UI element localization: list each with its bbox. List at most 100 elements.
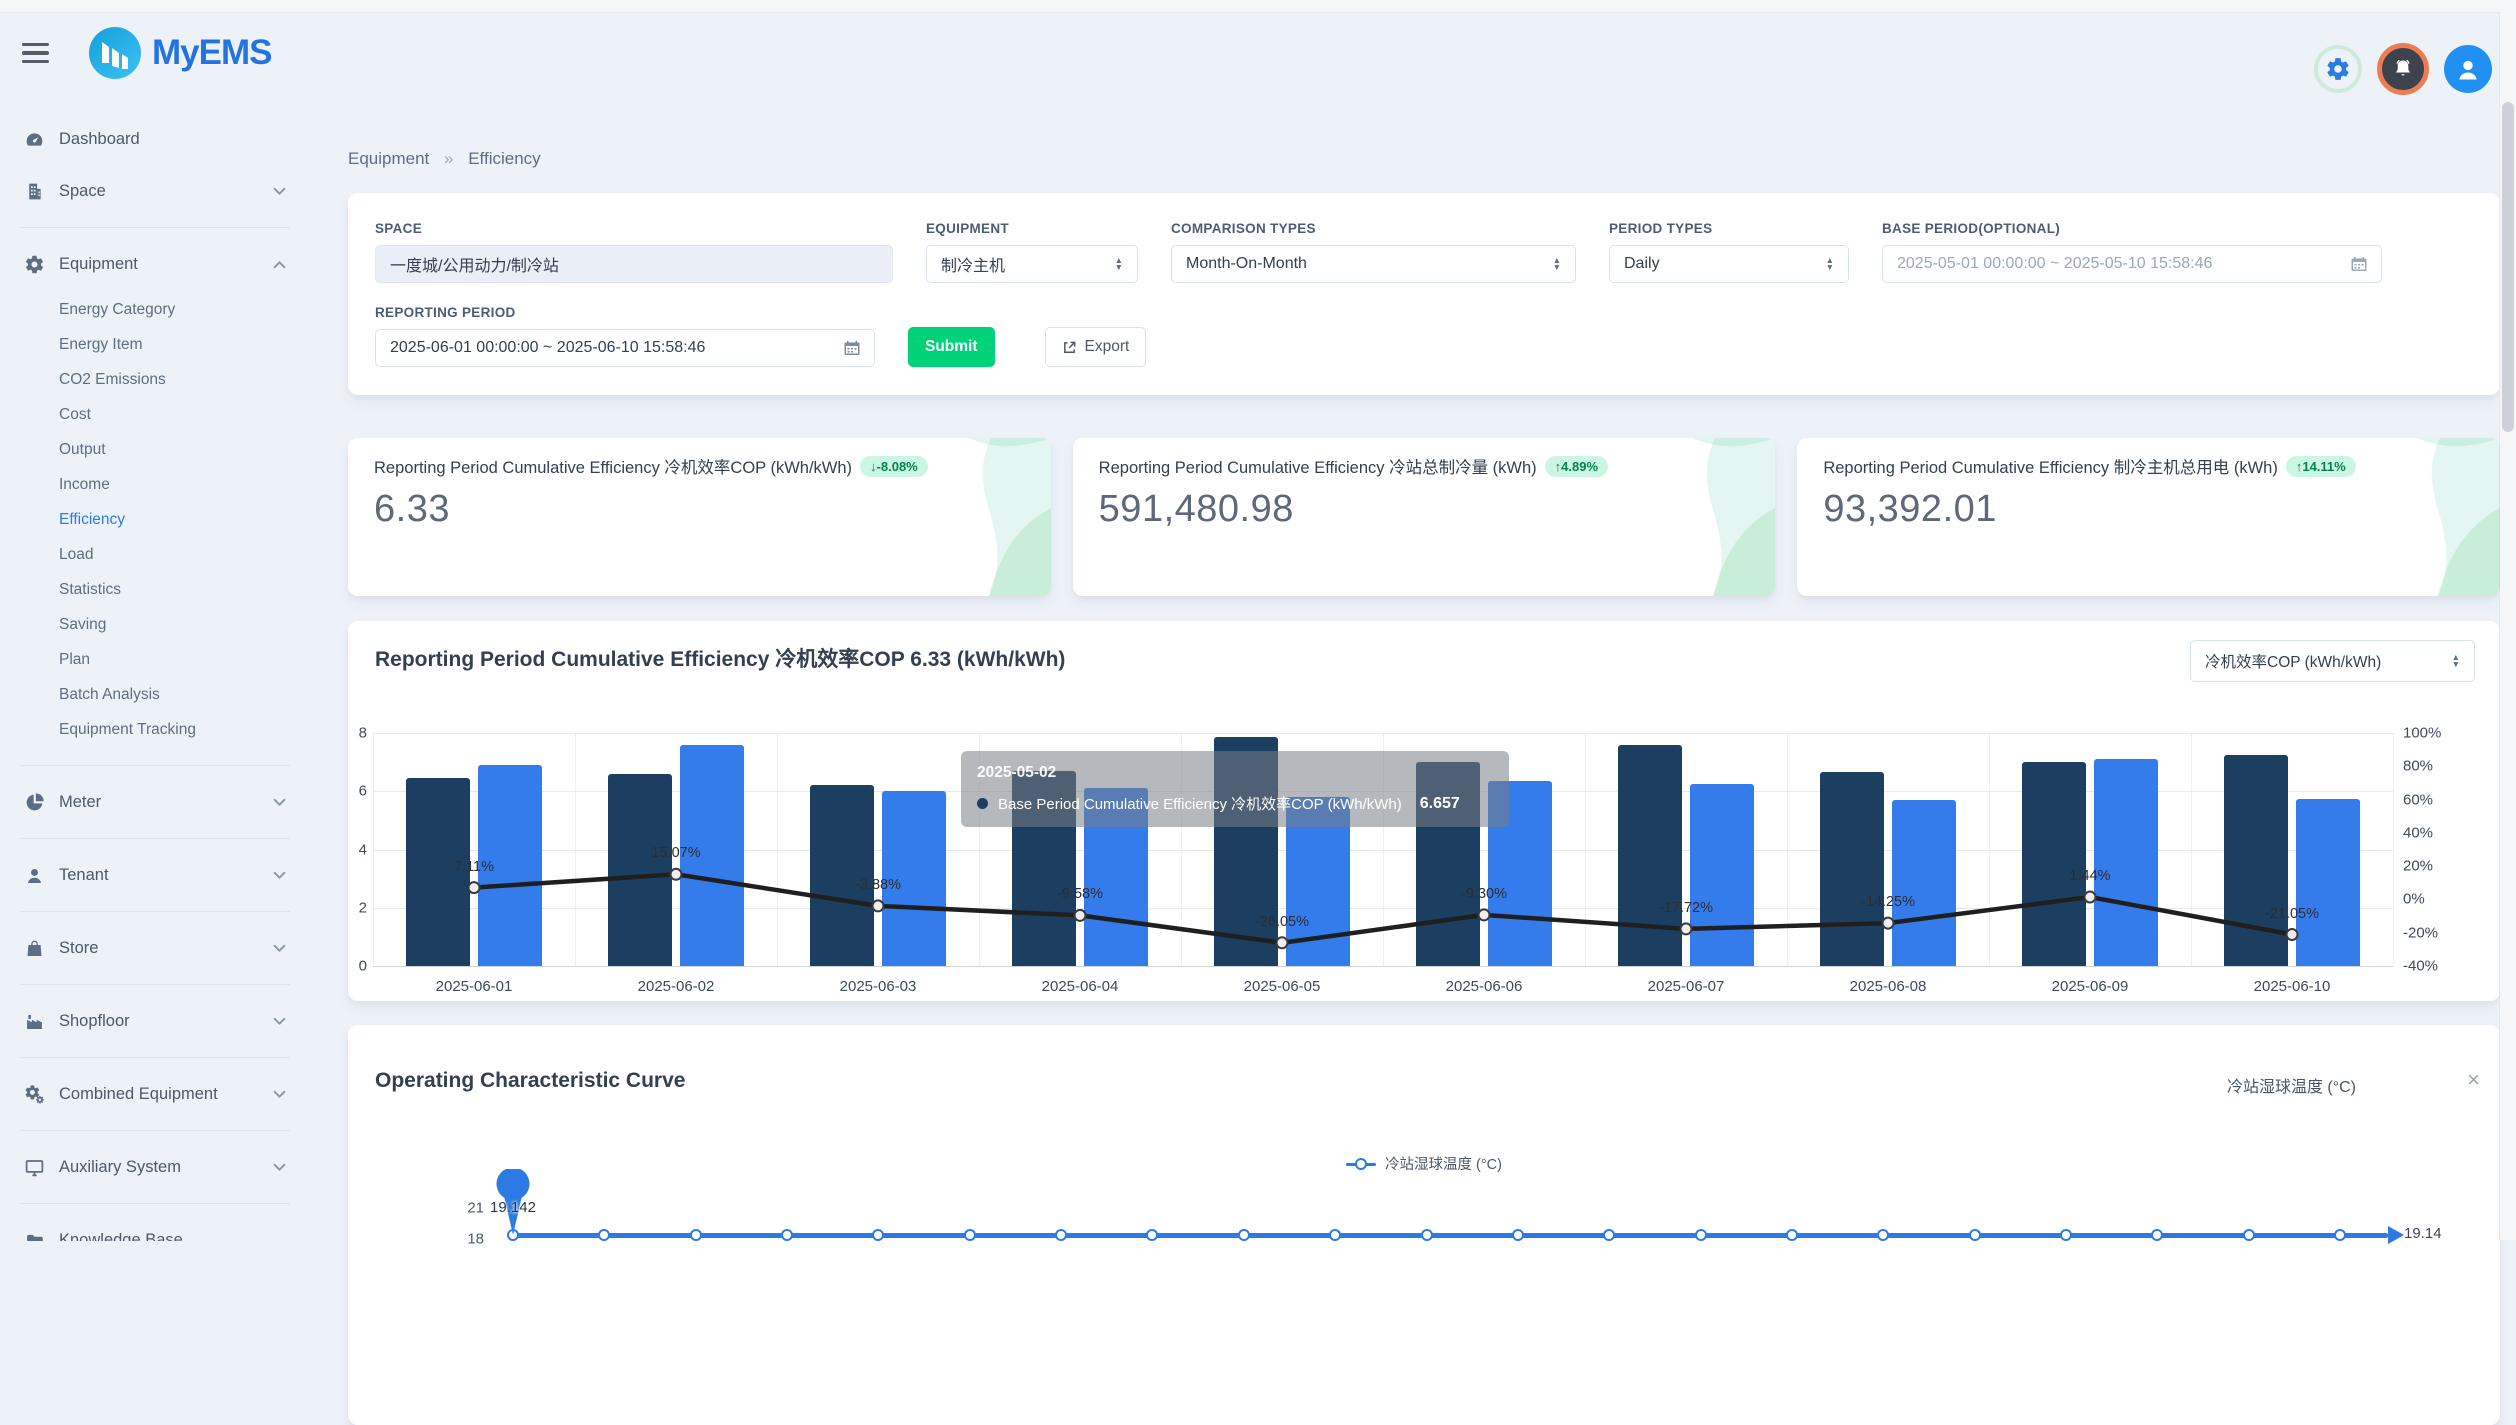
- base-period-input[interactable]: 2025-05-01 00:00:00 ~ 2025-05-10 15:58:4…: [1882, 245, 2382, 283]
- card-title: Reporting Period Cumulative Efficiency 制…: [1823, 459, 2278, 477]
- y-axis-tick-right: 0%: [2403, 891, 2425, 908]
- chevron-down-icon: [273, 871, 286, 880]
- folder-icon: [24, 1229, 46, 1241]
- menu-toggle-button[interactable]: [20, 39, 51, 67]
- sidebar-item-energy-category[interactable]: Energy Category: [0, 292, 310, 327]
- comparison-types-select[interactable]: Month-On-Month ▲▼: [1171, 245, 1576, 283]
- gears-icon: [24, 1083, 46, 1105]
- curve-point[interactable]: [872, 1229, 884, 1241]
- curve-point[interactable]: [964, 1229, 976, 1241]
- sidebar-item-batch-analysis[interactable]: Batch Analysis: [0, 677, 310, 712]
- change-rate-label: -14.25%: [1861, 894, 1915, 910]
- sidebar-item-dashboard[interactable]: Dashboard: [0, 113, 310, 165]
- curve-point[interactable]: [2060, 1229, 2072, 1241]
- comparison-types-label: COMPARISON TYPES: [1171, 221, 1576, 236]
- change-rate-label: 7.11%: [454, 859, 494, 875]
- main-content: Equipment » Efficiency SPACE 一度城/公用动力/制冷…: [310, 13, 2516, 1241]
- curve-point[interactable]: [2334, 1229, 2346, 1241]
- curve-point[interactable]: [1329, 1229, 1341, 1241]
- sidebar-item-knowledge-base[interactable]: Knowledge Base: [0, 1214, 310, 1241]
- space-input[interactable]: 一度城/公用动力/制冷站: [375, 245, 893, 283]
- curve-point[interactable]: [1786, 1229, 1798, 1241]
- factory-icon: [24, 1010, 46, 1032]
- x-axis-label: 2025-06-06: [1446, 978, 1523, 995]
- sidebar-item-equipment-tracking[interactable]: Equipment Tracking: [0, 712, 310, 747]
- sidebar-item-tenant[interactable]: Tenant: [0, 849, 310, 901]
- export-button[interactable]: Export: [1045, 327, 1147, 367]
- breadcrumb-equipment[interactable]: Equipment: [348, 149, 429, 168]
- page-scrollbar[interactable]: [2499, 12, 2516, 1240]
- y-axis-tick-right: 80%: [2403, 758, 2433, 775]
- sidebar-item-saving[interactable]: Saving: [0, 607, 310, 642]
- summary-card: Reporting Period Cumulative Efficiency 冷…: [1073, 438, 1776, 596]
- comparison-types-field: COMPARISON TYPES Month-On-Month ▲▼: [1171, 221, 1576, 283]
- settings-button[interactable]: [2314, 45, 2362, 93]
- sidebar-item-combined-equipment[interactable]: Combined Equipment: [0, 1068, 310, 1120]
- change-badge: ↑4.89%: [1545, 456, 1608, 477]
- curve-point[interactable]: [1695, 1229, 1707, 1241]
- curve-point[interactable]: [1055, 1229, 1067, 1241]
- close-icon[interactable]: ×: [2467, 1069, 2480, 1091]
- select-arrows-icon: ▲▼: [1539, 257, 1561, 271]
- y-axis-tick-right: -20%: [2403, 924, 2438, 941]
- sidebar-item-equipment[interactable]: Equipment: [0, 238, 310, 290]
- card-value: 6.33: [374, 488, 1025, 531]
- curve-point[interactable]: [1146, 1229, 1158, 1241]
- calendar-icon: [2339, 256, 2367, 272]
- reporting-period-input[interactable]: 2025-06-01 00:00:00 ~ 2025-06-10 15:58:4…: [375, 329, 875, 367]
- curve-point[interactable]: [1421, 1229, 1433, 1241]
- y-axis-tick-right: 100%: [2403, 725, 2441, 742]
- sidebar-item-energy-item[interactable]: Energy Item: [0, 327, 310, 362]
- period-types-select[interactable]: Daily ▲▼: [1609, 245, 1849, 283]
- brand-logo[interactable]: MyEMS: [89, 27, 271, 79]
- select-arrows-icon: ▲▼: [2438, 654, 2460, 668]
- sidebar-item-income[interactable]: Income: [0, 467, 310, 502]
- sidebar-item-load[interactable]: Load: [0, 537, 310, 572]
- sidebar-item-statistics[interactable]: Statistics: [0, 572, 310, 607]
- curve-end-label: 19.14: [2404, 1225, 2442, 1242]
- x-axis-label: 2025-06-02: [638, 978, 715, 995]
- curve-point[interactable]: [1969, 1229, 1981, 1241]
- notifications-button[interactable]: [2377, 43, 2429, 95]
- sidebar-item-shopfloor[interactable]: Shopfloor: [0, 995, 310, 1047]
- summary-card: Reporting Period Cumulative Efficiency 冷…: [348, 438, 1051, 596]
- sidebar-item-auxiliary-system[interactable]: Auxiliary System: [0, 1141, 310, 1193]
- submit-button[interactable]: Submit: [908, 327, 995, 367]
- period-types-field: PERIOD TYPES Daily ▲▼: [1609, 221, 1849, 283]
- bag-icon: [24, 937, 46, 959]
- curve-point[interactable]: [2243, 1229, 2255, 1241]
- sidebar-divider: [20, 1203, 290, 1204]
- sidebar-submenu: Energy CategoryEnergy ItemCO2 EmissionsC…: [0, 290, 310, 755]
- chart-parameter-select[interactable]: 冷机效率COP (kWh/kWh) ▲▼: [2190, 640, 2475, 682]
- curve-point[interactable]: [781, 1229, 793, 1241]
- curve-point[interactable]: [1603, 1229, 1615, 1241]
- sidebar-item-cost[interactable]: Cost: [0, 397, 310, 432]
- sidebar-item-store[interactable]: Store: [0, 922, 310, 974]
- curve-legend[interactable]: 冷站湿球温度 (°C): [348, 1153, 2500, 1174]
- user-avatar[interactable]: [2444, 45, 2492, 93]
- chevron-down-icon: [273, 1017, 286, 1026]
- change-badge: ↑14.11%: [2286, 456, 2356, 477]
- equipment-select[interactable]: 制冷主机 ▲▼: [926, 245, 1138, 283]
- y-axis-tick-right: 40%: [2403, 824, 2433, 841]
- curve-point[interactable]: [598, 1229, 610, 1241]
- sidebar-divider: [20, 227, 290, 228]
- filter-panel: SPACE 一度城/公用动力/制冷站 EQUIPMENT 制冷主机 ▲▼ COM…: [348, 193, 2500, 395]
- scrollbar-thumb[interactable]: [2502, 102, 2514, 432]
- curve-point[interactable]: [690, 1229, 702, 1241]
- sidebar-item-space[interactable]: Space: [0, 165, 310, 217]
- sidebar-divider: [20, 911, 290, 912]
- curve-point[interactable]: [1512, 1229, 1524, 1241]
- card-title: Reporting Period Cumulative Efficiency 冷…: [1099, 459, 1537, 477]
- sidebar-item-meter[interactable]: Meter: [0, 776, 310, 828]
- sidebar-divider: [20, 1057, 290, 1058]
- curve-point[interactable]: [1877, 1229, 1889, 1241]
- operating-curve-card: Operating Characteristic Curve 冷站湿球温度 (°…: [348, 1025, 2500, 1425]
- sidebar-item-co2-emissions[interactable]: CO2 Emissions: [0, 362, 310, 397]
- sidebar-item-efficiency[interactable]: Efficiency: [0, 502, 310, 537]
- base-period-field: BASE PERIOD(OPTIONAL) 2025-05-01 00:00:0…: [1882, 221, 2382, 283]
- sidebar-item-plan[interactable]: Plan: [0, 642, 310, 677]
- curve-point[interactable]: [2151, 1229, 2163, 1241]
- sidebar-item-output[interactable]: Output: [0, 432, 310, 467]
- curve-point[interactable]: [1238, 1229, 1250, 1241]
